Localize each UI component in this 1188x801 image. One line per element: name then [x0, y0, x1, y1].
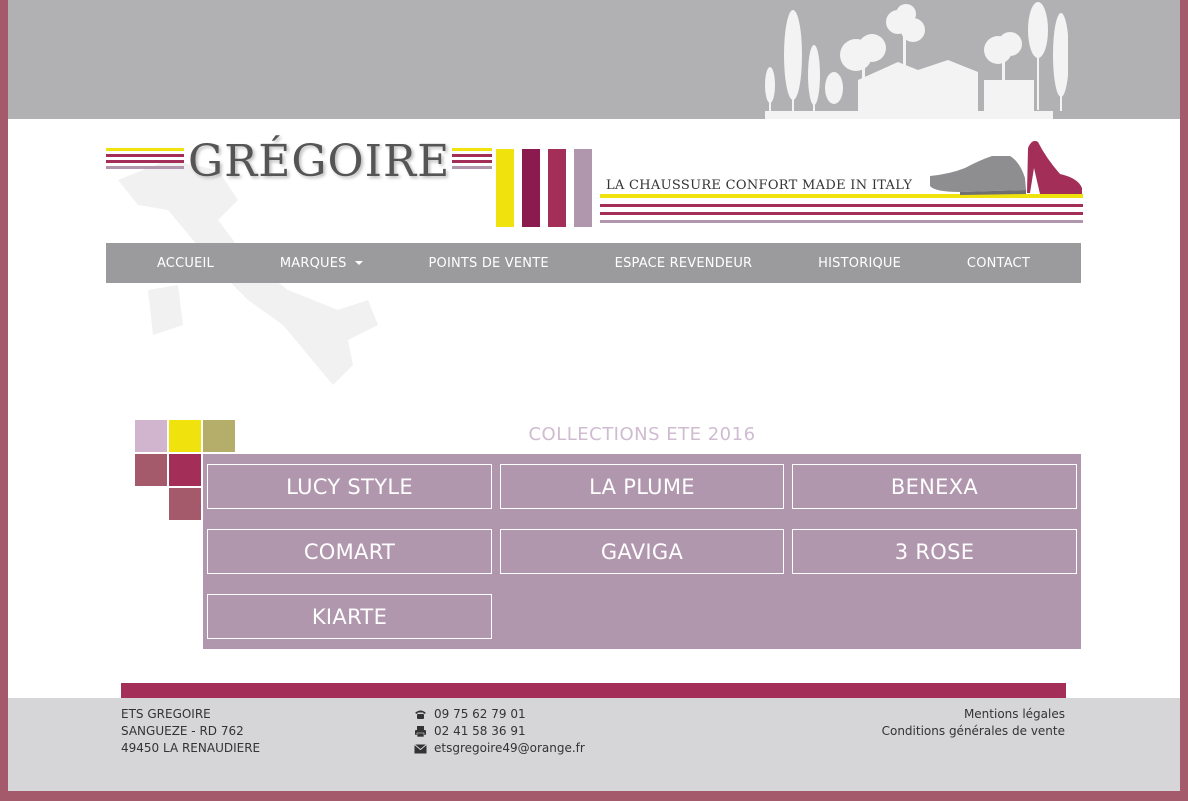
bar-magenta — [548, 149, 566, 227]
footer-links: Mentions légales Conditions générales de… — [882, 706, 1065, 740]
landscape-illustration — [765, 2, 1068, 119]
main-nav: ACCUEIL MARQUES POINTS DE VENTE ESPACE R… — [106, 243, 1081, 283]
nav-contact[interactable]: CONTACT — [967, 256, 1030, 271]
caret-down-icon — [354, 261, 363, 265]
collections-title: COLLECTIONS ETE 2016 — [528, 424, 756, 445]
footer-address: ETS GREGOIRE SANGUEZE - RD 762 49450 LA … — [121, 706, 260, 757]
tagline-stripes — [600, 194, 1083, 223]
logo-stripes-left — [106, 148, 184, 169]
fax-icon — [413, 726, 427, 738]
square-yellow — [169, 420, 201, 452]
tagline: LA CHAUSSURE CONFORT MADE IN ITALY — [606, 178, 913, 193]
shoes-illustration — [930, 140, 1082, 195]
nav-points-de-vente[interactable]: POINTS DE VENTE — [428, 256, 548, 271]
top-banner — [8, 0, 1180, 119]
nav-accueil[interactable]: ACCUEIL — [157, 256, 214, 271]
legal-notice-link[interactable]: Mentions légales — [882, 706, 1065, 723]
brand-benexa[interactable]: BENEXA — [792, 464, 1077, 509]
footer: ETS GREGOIRE SANGUEZE - RD 762 49450 LA … — [8, 698, 1180, 791]
footer-phone-line: 09 75 62 79 01 — [413, 706, 585, 723]
square-rose — [135, 454, 167, 486]
footer-address-line2: 49450 LA RENAUDIERE — [121, 741, 261, 755]
footer-fax: 02 41 58 36 91 — [434, 724, 526, 738]
brand-gaviga[interactable]: GAVIGA — [500, 529, 784, 574]
bar-mauve — [574, 149, 592, 227]
brand-la-plume[interactable]: LA PLUME — [500, 464, 784, 509]
brand-kiarte[interactable]: KIARTE — [207, 594, 492, 639]
brand-3-rose[interactable]: 3 ROSE — [792, 529, 1077, 574]
brand-comart[interactable]: COMART — [207, 529, 492, 574]
logo-color-bars — [496, 149, 594, 227]
collections-panel: LUCY STYLE LA PLUME BENEXA COMART GAVIGA… — [203, 454, 1081, 649]
nav-marques-label: MARQUES — [279, 255, 347, 271]
logo-stripes-right — [452, 148, 492, 169]
site-logo-area[interactable]: GRÉGOIRE LA CHAUSSURE CONFORT MADE IN IT… — [106, 136, 1083, 230]
nav-historique[interactable]: HISTORIQUE — [818, 256, 901, 271]
square-rose-2 — [169, 488, 201, 520]
footer-phone: 09 75 62 79 01 — [434, 707, 526, 721]
footer-company: ETS GREGOIRE — [121, 707, 211, 721]
nav-marques[interactable]: MARQUES — [280, 256, 363, 271]
footer-accent-bar — [121, 683, 1066, 698]
nav-espace-revendeur[interactable]: ESPACE REVENDEUR — [615, 256, 753, 271]
terms-link[interactable]: Conditions générales de vente — [882, 723, 1065, 740]
footer-email-line: etsgregoire49@orange.fr — [413, 740, 585, 757]
envelope-icon — [413, 743, 427, 755]
square-lilac — [135, 420, 167, 452]
bar-yellow — [496, 149, 514, 227]
footer-address-line1: SANGUEZE - RD 762 — [121, 724, 244, 738]
footer-fax-line: 02 41 58 36 91 — [413, 723, 585, 740]
bar-berry — [522, 149, 540, 227]
footer-contact: 09 75 62 79 01 02 41 58 36 91 etsgregoir… — [413, 706, 585, 757]
page-frame: GRÉGOIRE LA CHAUSSURE CONFORT MADE IN IT… — [8, 0, 1180, 791]
phone-icon — [413, 709, 427, 721]
brand-lucy-style[interactable]: LUCY STYLE — [207, 464, 492, 509]
square-magenta — [169, 454, 201, 486]
logo-wordmark: GRÉGOIRE — [188, 136, 451, 187]
footer-email[interactable]: etsgregoire49@orange.fr — [434, 740, 585, 757]
